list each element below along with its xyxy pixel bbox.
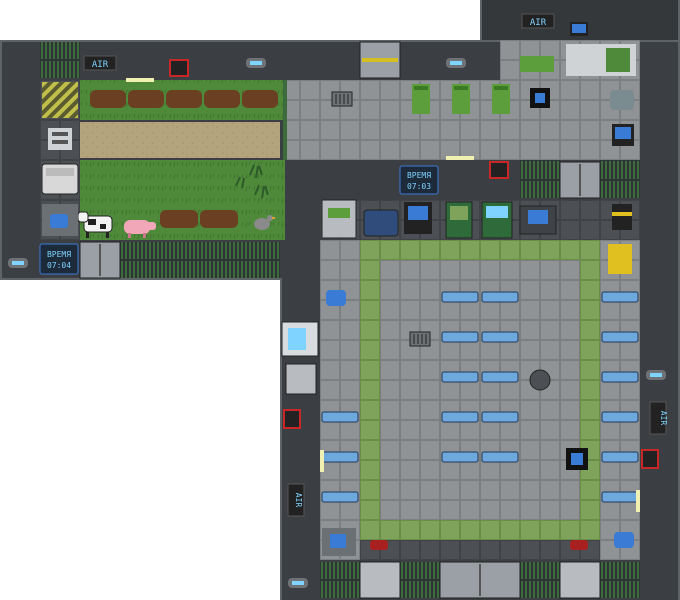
vent-grate[interactable]: [331, 91, 353, 107]
station-map: AIR AIR AIR AIR ВРЕМЯ 07:04 ВРЕМЯ 07:03: [0, 0, 680, 600]
hazard-floor: [42, 82, 78, 118]
locker-icon[interactable]: [412, 84, 510, 114]
air-label-farm: AIR: [92, 60, 109, 70]
sink-icon[interactable]: [42, 204, 78, 236]
air-label-top: AIR: [530, 18, 547, 28]
air-scrubber[interactable]: [530, 88, 550, 108]
farm-clock-time: 07:04: [47, 261, 71, 270]
vent-grate-hall[interactable]: [409, 331, 431, 347]
farm-clock-word: ВРЕМЯ: [47, 250, 71, 259]
seed-extractor[interactable]: [48, 128, 72, 150]
air-label-hall-left: AIR: [294, 493, 303, 508]
hall-clock-time: 07:03: [407, 182, 431, 191]
air-label-hall-right: AIR: [659, 411, 668, 426]
hall-clock-word: ВРЕМЯ: [407, 171, 431, 180]
biogenerator[interactable]: [41, 163, 79, 195]
